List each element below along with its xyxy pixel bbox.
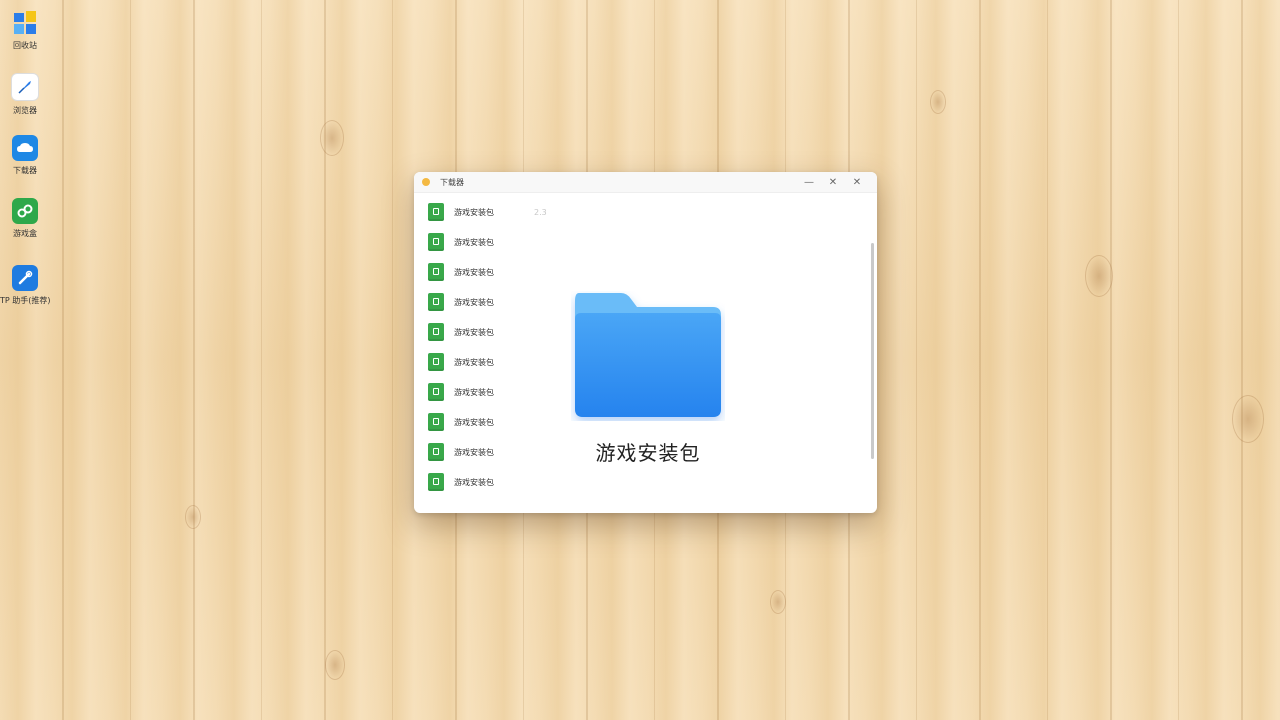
file-label: 游戏安装包: [454, 267, 494, 277]
list-item[interactable]: 游戏安装包: [428, 347, 547, 377]
list-item[interactable]: 游戏安装包: [428, 407, 547, 437]
file-label: 游戏安装包: [454, 447, 494, 457]
file-list: 游戏安装包 2.3 游戏安装包 游戏安装包 游戏安装包 游戏安装包 游戏安装包 …: [428, 197, 547, 497]
desktop-icon-browser[interactable]: 浏览器: [0, 73, 50, 116]
windows-icon: [12, 10, 38, 36]
wood-knot: [185, 505, 201, 529]
wood-knot: [320, 120, 344, 156]
file-window: 下载器 — ✕ ✕ 游戏安装包 2.3 游戏安装包 游戏安装包 游戏安装包 游戏…: [414, 172, 877, 513]
green-file-icon: [428, 413, 444, 431]
list-item[interactable]: 游戏安装包: [428, 287, 547, 317]
list-item[interactable]: 游戏安装包: [428, 467, 547, 497]
file-label: 游戏安装包: [454, 327, 494, 337]
list-item[interactable]: 游戏安装包: [428, 437, 547, 467]
file-label: 游戏安装包: [454, 237, 494, 247]
desktop-icon-label: 回收站: [13, 41, 37, 50]
minimize-button[interactable]: —: [797, 177, 821, 188]
desktop-icon-tp-assistant[interactable]: TP 助手(推荐): [0, 265, 51, 306]
file-label: 游戏安装包: [454, 387, 494, 397]
folder-icon: [575, 293, 721, 417]
list-item[interactable]: 游戏安装包: [428, 257, 547, 287]
desktop-icon-gamebox[interactable]: 游戏盒: [0, 198, 50, 239]
green-file-icon: [428, 473, 444, 491]
wood-knot: [770, 590, 786, 614]
desktop-icon-label: 下载器: [13, 166, 37, 175]
cloud-icon: [12, 135, 38, 161]
file-meta: 2.3: [534, 207, 547, 217]
close-button[interactable]: ✕: [845, 177, 869, 188]
wrench-icon: [12, 265, 38, 291]
app-dot-icon: [422, 178, 430, 186]
file-label: 游戏安装包: [454, 417, 494, 427]
green-file-icon: [428, 203, 444, 221]
maximize-button[interactable]: ✕: [821, 177, 845, 188]
window-title: 下载器: [440, 177, 464, 187]
folder-label: 游戏安装包: [595, 441, 701, 465]
green-file-icon: [428, 233, 444, 251]
feather-icon: [11, 73, 39, 101]
desktop-icon-recycle[interactable]: 回收站: [0, 10, 50, 51]
wood-knot: [930, 90, 946, 114]
green-file-icon: [428, 263, 444, 281]
file-label: 游戏安装包: [454, 297, 494, 307]
list-item[interactable]: 游戏安装包 2.3: [428, 197, 547, 227]
green-file-icon: [428, 443, 444, 461]
window-titlebar[interactable]: 下载器 — ✕ ✕: [414, 172, 877, 193]
desktop-icon-downloader[interactable]: 下载器: [0, 135, 50, 176]
list-item[interactable]: 游戏安装包: [428, 377, 547, 407]
link-icon: [12, 198, 38, 224]
wood-knot: [1085, 255, 1113, 297]
green-file-icon: [428, 323, 444, 341]
file-label: 游戏安装包: [454, 357, 494, 367]
green-file-icon: [428, 353, 444, 371]
file-label: 游戏安装包: [454, 207, 494, 217]
green-file-icon: [428, 383, 444, 401]
window-content: 游戏安装包 2.3 游戏安装包 游戏安装包 游戏安装包 游戏安装包 游戏安装包 …: [414, 193, 877, 513]
list-item[interactable]: 游戏安装包: [428, 317, 547, 347]
file-label: 游戏安装包: [454, 477, 494, 487]
scrollbar[interactable]: [871, 243, 874, 459]
green-file-icon: [428, 293, 444, 311]
desktop-icon-label: TP 助手(推荐): [0, 296, 51, 305]
list-item[interactable]: 游戏安装包: [428, 227, 547, 257]
desktop-icon-label: 游戏盒: [13, 229, 37, 238]
wood-knot: [325, 650, 345, 680]
wood-knot: [1232, 395, 1264, 443]
folder-preview[interactable]: 游戏安装包: [571, 291, 725, 466]
desktop-icon-label: 浏览器: [13, 106, 37, 115]
